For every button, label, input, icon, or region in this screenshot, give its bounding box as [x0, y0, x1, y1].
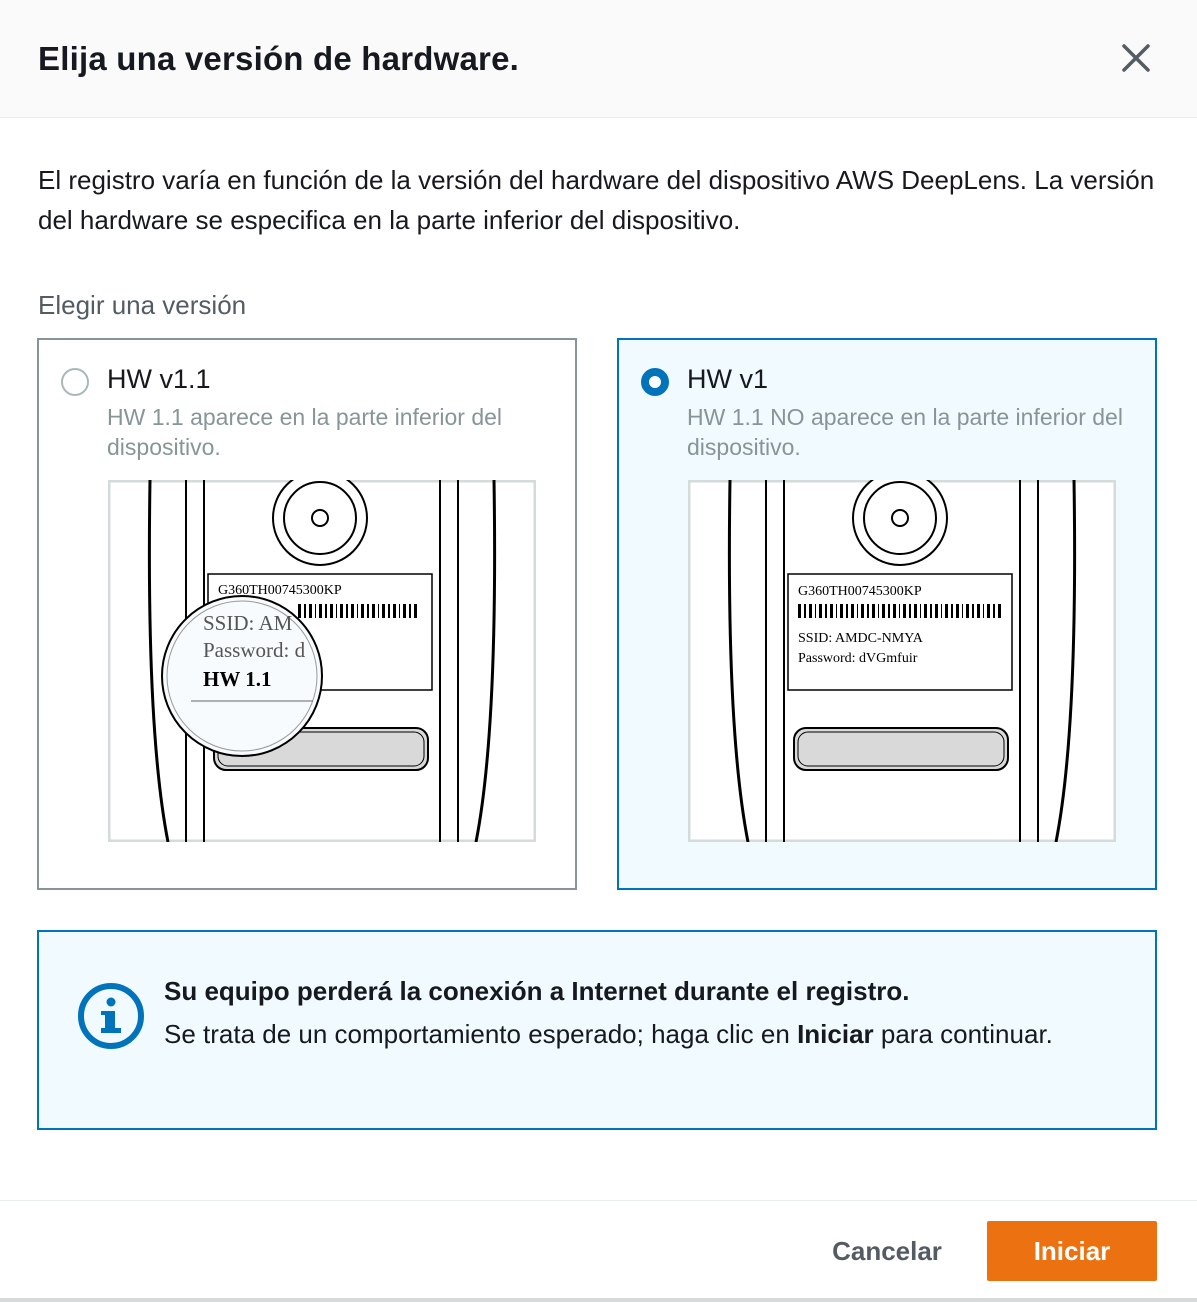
dialog-bottom-border — [0, 1298, 1197, 1302]
cancel-button[interactable]: Cancelar — [812, 1221, 962, 1281]
version-group-label: Elegir una versión — [38, 290, 247, 320]
option-title: HW v1 — [687, 364, 768, 394]
info-alert: Su equipo perderá la conexión a Internet… — [37, 930, 1157, 1130]
dialog-footer: Cancelar Iniciar — [0, 1200, 1197, 1302]
magnified-password: Password: d — [203, 638, 306, 662]
version-option-hw-v1[interactable]: HW v1 HW 1.1 NO aparece en la parte infe… — [617, 338, 1157, 890]
close-button[interactable] — [1116, 38, 1156, 78]
option-title: HW v1.1 — [107, 364, 211, 394]
option-description: HW 1.1 aparece en la parte inferior del … — [107, 404, 503, 460]
alert-body-bold: Iniciar — [797, 1019, 874, 1049]
dialog-description: El registro varía en función de la versi… — [38, 165, 1155, 235]
device-label-password: Password: dVGmfuir — [798, 651, 918, 666]
radio-button-hw-v1[interactable] — [641, 368, 669, 396]
close-icon — [1122, 44, 1150, 72]
dialog-header: Elija una versión de hardware. — [0, 0, 1197, 118]
device-bottom-illustration-hw-v1-1: G360TH00745300KP SSID: AM Password: d HW… — [108, 480, 536, 842]
option-description: HW 1.1 NO aparece en la parte inferior d… — [687, 404, 1123, 460]
magnified-ssid: SSID: AM — [203, 611, 293, 635]
magnified-hw-version: HW 1.1 — [203, 667, 271, 691]
device-label-ssid: SSID: AMDC-NMYA — [798, 631, 924, 646]
alert-heading: Su equipo perderá la conexión a Internet… — [164, 976, 910, 1006]
alert-body: Se trata de un comportamiento esperado; … — [164, 1019, 1053, 1049]
hardware-version-dialog: Elija una versión de hardware. El regist… — [0, 0, 1197, 1302]
device-label-serial: G360TH00745300KP — [798, 584, 922, 599]
version-option-hw-v1-1[interactable]: HW v1.1 HW 1.1 aparece en la parte infer… — [37, 338, 577, 890]
dialog-title: Elija una versión de hardware. — [38, 40, 520, 77]
radio-button-hw-v1-1[interactable] — [61, 368, 89, 396]
device-bottom-illustration-hw-v1: G360TH00745300KP SSID: AMDC-NMYA Passwor… — [688, 480, 1116, 842]
start-button[interactable]: Iniciar — [987, 1221, 1157, 1281]
info-icon — [78, 983, 144, 1049]
